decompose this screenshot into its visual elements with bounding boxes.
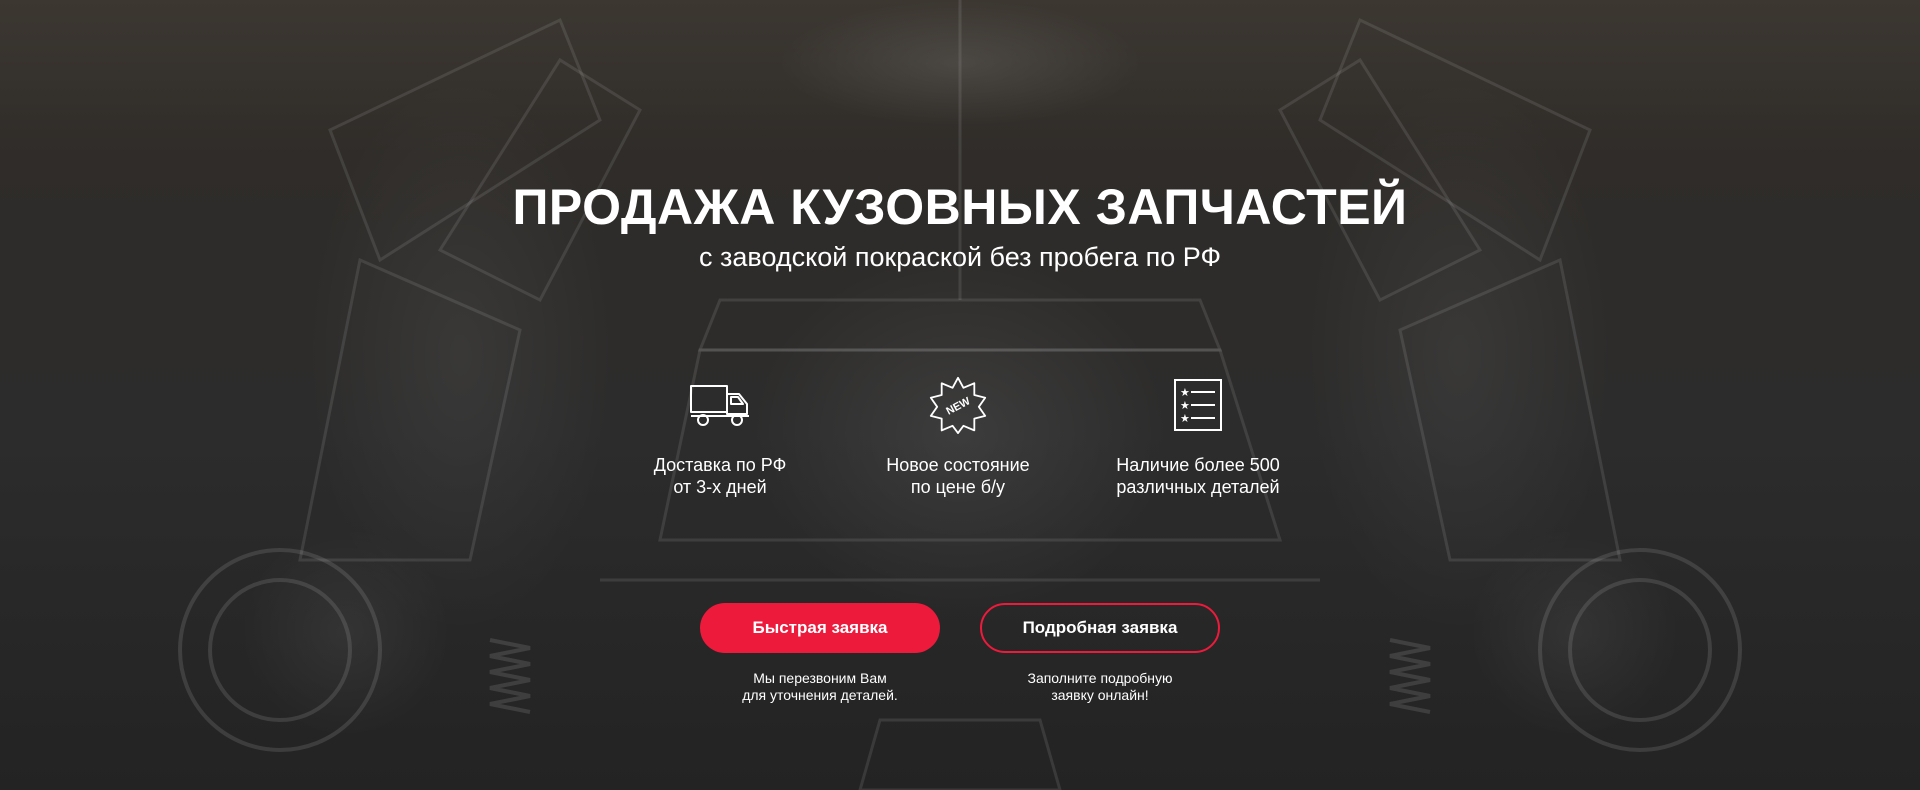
checklist-icon: ★ ★ ★	[1174, 379, 1222, 431]
quick-request-note: Мы перезвоним Вам для уточнения деталей.	[700, 670, 940, 704]
page-title: ПРОДАЖА КУЗОВНЫХ ЗАПЧАСТЕЙ	[512, 179, 1408, 235]
feature-availability-line2: различных деталей	[1116, 477, 1280, 497]
feature-availability: ★ ★ ★ Наличие более 500 различных детале…	[1088, 376, 1308, 498]
hero-section: ПРОДАЖА КУЗОВНЫХ ЗАПЧАСТЕЙ с заводской п…	[0, 0, 1920, 790]
quick-request-note-line1: Мы перезвоним Вам	[753, 670, 887, 686]
feature-availability-text: Наличие более 500 различных деталей	[1088, 454, 1308, 498]
detailed-request-note-line1: Заполните подробную	[1027, 670, 1173, 686]
feature-condition-line1: Новое состояние	[886, 455, 1030, 475]
page-subtitle: с заводской покраской без пробега по РФ	[699, 242, 1221, 272]
new-badge-text: NEW	[944, 395, 973, 418]
feature-condition-text: Новое состояние по цене б/у	[848, 454, 1068, 498]
svg-text:★: ★	[1180, 412, 1190, 425]
feature-condition: NEW Новое состояние по цене б/у	[848, 376, 1068, 498]
feature-availability-line1: Наличие более 500	[1116, 455, 1280, 475]
hero-content: ПРОДАЖА КУЗОВНЫХ ЗАПЧАСТЕЙ с заводской п…	[0, 0, 1920, 790]
new-badge-icon: NEW	[929, 376, 987, 434]
feature-delivery: Доставка по РФ от 3-х дней	[610, 376, 830, 498]
feature-delivery-line2: от 3-х дней	[673, 477, 767, 497]
svg-text:★: ★	[1180, 399, 1190, 412]
feature-delivery-text: Доставка по РФ от 3-х дней	[610, 454, 830, 498]
detailed-request-note: Заполните подробную заявку онлайн!	[980, 670, 1220, 704]
svg-text:★: ★	[1180, 386, 1190, 399]
quick-request-button[interactable]: Быстрая заявка	[700, 603, 940, 653]
quick-request-note-line2: для уточнения деталей.	[742, 687, 898, 703]
detailed-request-button[interactable]: Подробная заявка	[980, 603, 1220, 653]
truck-icon	[690, 385, 749, 426]
feature-delivery-line1: Доставка по РФ	[653, 455, 787, 475]
feature-condition-line2: по цене б/у	[910, 477, 1006, 497]
detailed-request-note-line2: заявку онлайн!	[1051, 687, 1149, 703]
